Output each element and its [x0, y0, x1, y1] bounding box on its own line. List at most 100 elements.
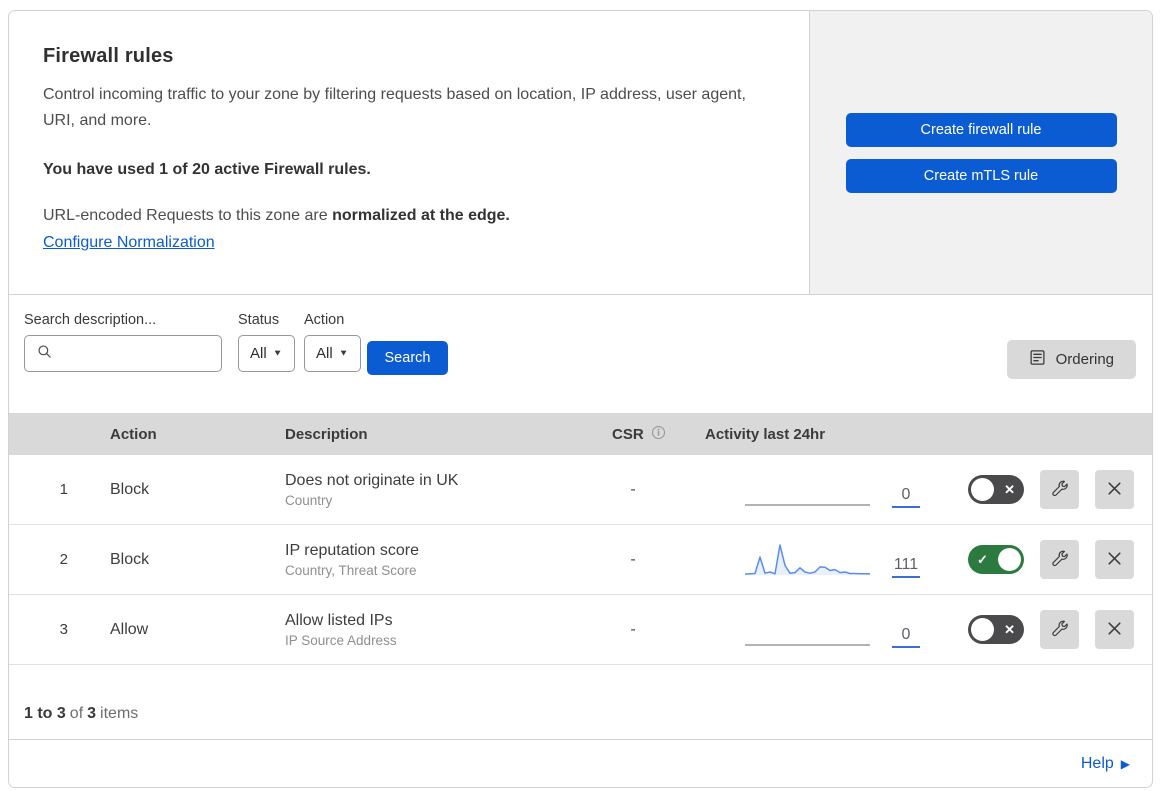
delete-rule-button[interactable]	[1095, 610, 1134, 649]
col-description: Description	[285, 425, 368, 443]
close-icon	[1106, 480, 1123, 500]
rule-fields: IP Source Address	[285, 632, 397, 648]
rule-csr: -	[630, 620, 636, 638]
close-icon	[1106, 620, 1123, 640]
normalization-text: URL-encoded Requests to this zone are	[43, 207, 333, 224]
search-icon	[37, 344, 52, 364]
actions-panel: Create firewall rule Create mTLS rule	[809, 11, 1152, 294]
col-csr: CSR	[581, 425, 705, 444]
toggle-state-icon: ✓	[977, 551, 988, 567]
rule-action: Block	[110, 550, 150, 568]
activity-count-link[interactable]: 0	[892, 626, 920, 648]
intro-text-block: Firewall rules Control incoming traffic …	[9, 11, 809, 294]
total-count: 3	[87, 705, 97, 722]
edit-rule-button[interactable]	[1040, 470, 1079, 509]
col-action: Action	[110, 425, 157, 443]
status-filter-group: Status All ▼	[238, 312, 295, 372]
rule-activity-cell: 0	[705, 612, 935, 648]
rule-enabled-toggle[interactable]: ✕	[968, 615, 1024, 644]
rule-priority: 3	[59, 621, 68, 638]
rule-controls: ✕	[935, 470, 1152, 509]
status-label: Status	[238, 312, 280, 328]
normalization-bold: normalized at the edge.	[332, 207, 510, 224]
toggle-state-icon: ✕	[1004, 481, 1015, 497]
toggle-state-icon: ✕	[1004, 621, 1015, 637]
usage-summary: You have used 1 of 20 active Firewall ru…	[43, 161, 371, 178]
ordering-button[interactable]: Ordering	[1006, 340, 1136, 379]
col-activity: Activity last 24hr	[705, 425, 826, 443]
table-row: 1 Block Does not originate in UK Country…	[9, 455, 1152, 525]
rule-description: Allow listed IPs	[285, 611, 393, 629]
activity-sparkline	[745, 543, 870, 575]
arrow-right-icon: ▶	[1120, 756, 1130, 771]
rule-controls: ✕	[935, 610, 1152, 649]
edit-rule-button[interactable]	[1040, 610, 1079, 649]
rule-csr: -	[630, 550, 636, 568]
rule-enabled-toggle[interactable]: ✕	[968, 475, 1024, 504]
status-dropdown[interactable]: All ▼	[238, 335, 295, 372]
action-label: Action	[304, 312, 345, 328]
filter-bar: Search description... Status All ▼ Actio…	[9, 295, 1152, 413]
wrench-icon	[1050, 619, 1069, 641]
firewall-rules-card: Firewall rules Control incoming traffic …	[8, 10, 1153, 788]
toggle-knob	[998, 548, 1021, 571]
pagination-summary: 1 to 3 of 3 items	[9, 665, 1152, 740]
create-firewall-rule-button[interactable]: Create firewall rule	[845, 112, 1117, 147]
rule-action: Block	[110, 480, 150, 498]
rule-priority: 1	[59, 481, 68, 498]
edit-rule-button[interactable]	[1040, 540, 1079, 579]
toggle-knob	[971, 618, 994, 641]
table-row: 3 Allow Allow listed IPs IP Source Addre…	[9, 595, 1152, 665]
rule-description-cell: IP reputation score Country, Threat Scor…	[256, 542, 581, 578]
activity-count-link[interactable]: 0	[892, 486, 920, 508]
rule-csr: -	[630, 480, 636, 498]
delete-rule-button[interactable]	[1095, 470, 1134, 509]
action-dropdown[interactable]: All ▼	[304, 335, 361, 372]
help-label: Help	[1080, 754, 1114, 772]
search-button[interactable]: Search	[367, 341, 448, 375]
rule-fields: Country	[285, 492, 333, 508]
range-text: 1 to 3	[24, 705, 66, 722]
rule-description: IP reputation score	[285, 541, 420, 559]
of-text: of	[69, 705, 84, 722]
ordering-label: Ordering	[1055, 351, 1114, 368]
rule-activity-cell: 111	[705, 542, 935, 578]
info-icon[interactable]	[651, 425, 666, 444]
items-text: items	[100, 705, 139, 722]
chevron-down-icon: ▼	[338, 348, 349, 359]
activity-count-link[interactable]: 111	[892, 556, 920, 578]
normalization-note: URL-encoded Requests to this zone are no…	[43, 207, 767, 225]
search-group: Search description...	[24, 312, 222, 372]
activity-sparkline	[745, 503, 870, 506]
rule-description-cell: Allow listed IPs IP Source Address	[256, 612, 581, 648]
rule-description: Does not originate in UK	[285, 471, 459, 489]
search-input[interactable]	[24, 335, 222, 372]
intro-section: Firewall rules Control incoming traffic …	[9, 11, 1152, 295]
help-row: Help ▶	[9, 740, 1152, 787]
rule-enabled-toggle[interactable]: ✓	[968, 545, 1024, 574]
rule-controls: ✓	[935, 540, 1152, 579]
action-filter-group: Action All ▼	[304, 312, 361, 372]
ordering-list-icon	[1029, 349, 1046, 370]
help-link[interactable]: Help ▶	[1081, 755, 1130, 773]
activity-sparkline	[745, 643, 870, 646]
configure-normalization-link[interactable]: Configure Normalization	[43, 234, 215, 252]
rule-action: Allow	[110, 620, 149, 638]
page-title: Firewall rules	[43, 45, 174, 67]
status-value: All	[250, 345, 267, 362]
delete-rule-button[interactable]	[1095, 540, 1134, 579]
rule-description-cell: Does not originate in UK Country	[256, 472, 581, 508]
col-csr-label: CSR	[612, 425, 644, 443]
create-mtls-rule-button[interactable]: Create mTLS rule	[845, 158, 1117, 193]
toggle-knob	[971, 478, 994, 501]
table-row: 2 Block IP reputation score Country, Thr…	[9, 525, 1152, 595]
action-value: All	[316, 345, 333, 362]
page-description: Control incoming traffic to your zone by…	[43, 86, 746, 129]
rule-activity-cell: 0	[705, 472, 935, 508]
wrench-icon	[1050, 549, 1069, 571]
close-icon	[1106, 550, 1123, 570]
wrench-icon	[1050, 479, 1069, 501]
rule-fields: Country, Threat Score	[285, 562, 417, 578]
chevron-down-icon: ▼	[272, 348, 283, 359]
table-header: Action Description CSR Activity last 24h…	[9, 413, 1152, 455]
